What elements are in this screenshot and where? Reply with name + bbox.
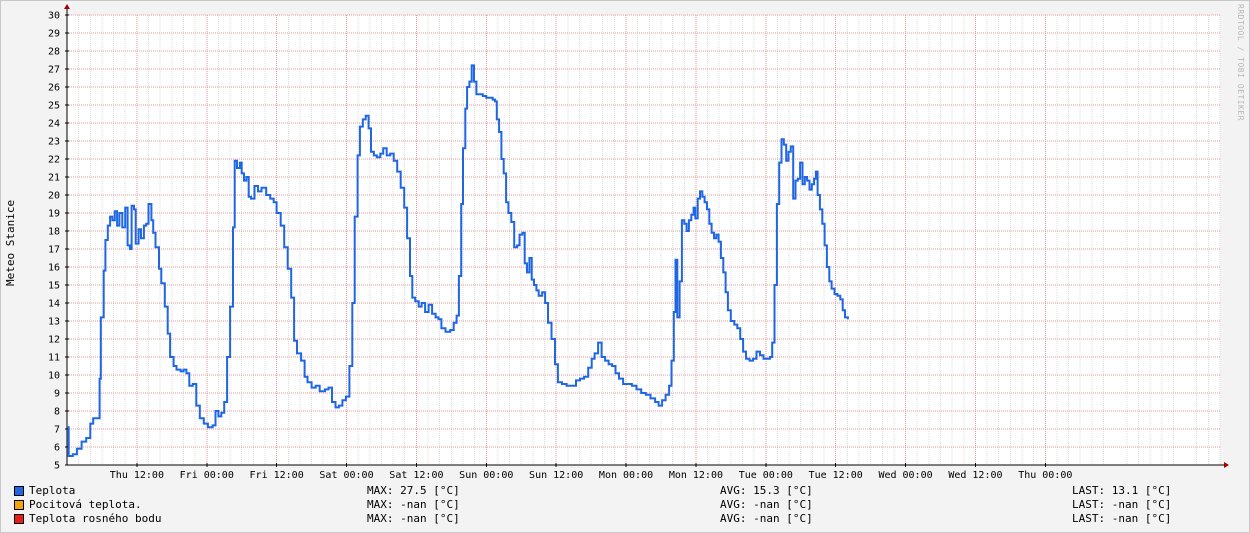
y-tick-label: 26 [48, 83, 60, 94]
legend-name-teplota: Teplota [29, 484, 76, 497]
temperature-chart: 5 6 7 8 9 10 11 12 13 14 15 16 17 18 19 20 21 22 23 24 25 26 2… [48, 4, 1229, 481]
legend-name-pocitova: Pocitová teplota. [29, 498, 142, 511]
y-tick-label: 30 [48, 11, 60, 22]
legend-avg-rosny-bod: AVG: -nan [°C] [720, 512, 813, 525]
y-tick-label: 16 [48, 263, 60, 274]
y-tick-label: 8 [54, 407, 60, 418]
y-tick-label: 18 [48, 227, 60, 238]
y-tick-label: 20 [48, 191, 60, 202]
y-tick-label: 12 [48, 335, 60, 346]
y-axis-arrow-icon [64, 4, 70, 9]
legend-swatch-rosny-bod [14, 514, 24, 524]
legend-max-teplota: MAX: 27.5 [°C] [367, 484, 460, 497]
legend-max-pocitova: MAX: -nan [°C] [367, 498, 460, 511]
x-tick-label: Sat 00:00 [319, 470, 373, 481]
legend-avg-pocitova: AVG: -nan [°C] [720, 498, 813, 511]
y-tick-label: 29 [48, 29, 60, 40]
x-tick-label: Tue 12:00 [809, 470, 863, 481]
x-axis-arrow-icon [1224, 462, 1229, 468]
x-tick-label: Mon 12:00 [669, 470, 723, 481]
y-tick-label: 21 [48, 173, 60, 184]
x-tick-label: Tue 00:00 [739, 470, 793, 481]
y-tick-label: 27 [48, 65, 60, 76]
y-tick-label: 7 [54, 425, 60, 436]
y-tick-label: 10 [48, 371, 60, 382]
rrdtool-watermark: RRDTOOL / TOBI OETIKER [1236, 4, 1245, 121]
legend-avg-teplota: AVG: 15.3 [°C] [720, 484, 813, 497]
y-tick-label: 24 [48, 119, 60, 130]
y-tick-label: 13 [48, 317, 60, 328]
y-tick-label: 19 [48, 209, 60, 220]
y-tick-label: 11 [48, 353, 60, 364]
x-tick-label: Sat 12:00 [389, 470, 443, 481]
y-tick-label: 9 [54, 389, 60, 400]
x-tick-label: Fri 12:00 [250, 470, 304, 481]
x-tick-label: Sun 12:00 [529, 470, 583, 481]
y-tick-label: 22 [48, 155, 60, 166]
legend-swatch-pocitova [14, 500, 24, 510]
y-tick-label: 6 [54, 443, 60, 454]
legend-swatch-teplota [14, 486, 24, 496]
x-tick-label: Sun 00:00 [459, 470, 513, 481]
legend-last-pocitova: LAST: -nan [°C] [1072, 498, 1172, 511]
legend-last-teplota: LAST: 13.1 [°C] [1072, 484, 1172, 497]
legend-max-rosny-bod: MAX: -nan [°C] [367, 512, 460, 525]
y-tick-label: 25 [48, 101, 60, 112]
x-tick-label: Wed 00:00 [878, 470, 932, 481]
y-tick-label: 15 [48, 281, 60, 292]
x-tick-label: Fri 00:00 [180, 470, 234, 481]
y-tick-label: 5 [54, 461, 60, 472]
legend-name-rosny-bod: Teplota rosného bodu [29, 512, 162, 525]
x-tick-label: Thu 00:00 [1018, 470, 1072, 481]
legend-last-rosny-bod: LAST: -nan [°C] [1072, 512, 1172, 525]
y-tick-label: 23 [48, 137, 60, 148]
y-axis-label: Meteo Stanice [4, 199, 17, 286]
plot-area [67, 15, 1220, 465]
y-tick-label: 17 [48, 245, 60, 256]
y-tick-label: 28 [48, 47, 60, 58]
x-tick-label: Mon 00:00 [599, 470, 653, 481]
x-tick-label: Thu 12:00 [110, 470, 164, 481]
x-tick-label: Wed 12:00 [948, 470, 1002, 481]
y-tick-label: 14 [48, 299, 60, 310]
